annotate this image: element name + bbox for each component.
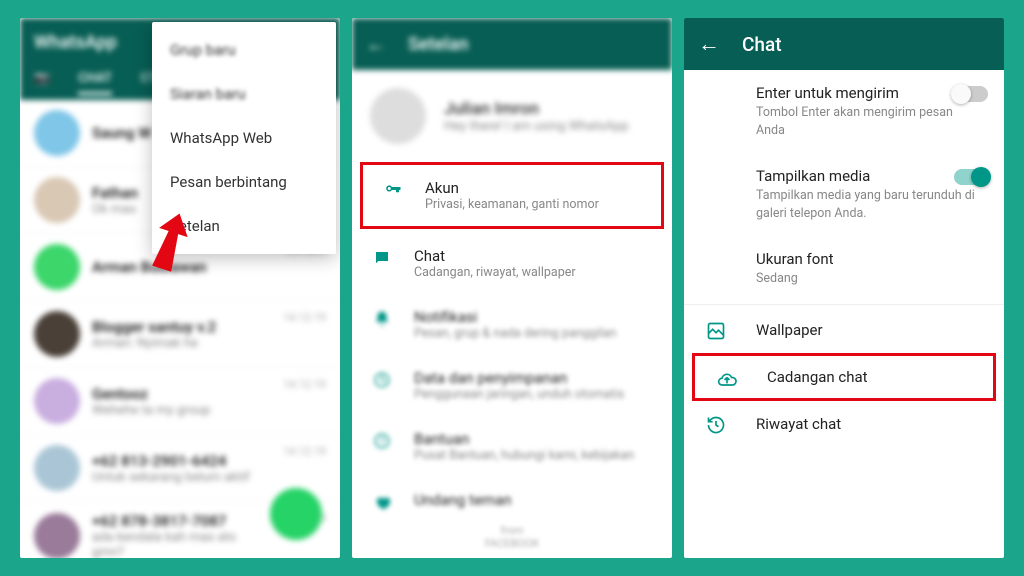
panel-chat-list: WhatsApp 📷 CHAT STATUS Saung W FathanOk … [20, 18, 340, 558]
chat-settings-header: ← Chat [684, 18, 1004, 70]
avatar [370, 88, 426, 144]
profile-name: Julian Imron [444, 99, 629, 119]
setting-wallpaper[interactable]: Wallpaper [684, 307, 1004, 353]
chat-row[interactable]: Blogger santuy v.2Arman: Nyimak he14.12.… [20, 301, 340, 368]
settings-header: ← Setelan [352, 18, 672, 70]
avatar [34, 445, 80, 491]
arrow-icon [130, 208, 190, 278]
back-icon[interactable]: ← [366, 32, 386, 57]
profile-row[interactable]: Julian Imron Hey there! I am using Whats… [352, 70, 672, 162]
setting-chat-history[interactable]: Riwayat chat [684, 401, 1004, 447]
toggle-show-media[interactable] [954, 169, 988, 185]
avatar [34, 311, 80, 357]
avatar [34, 110, 80, 156]
back-icon[interactable]: ← [698, 31, 720, 57]
invite-icon [372, 493, 392, 511]
data-icon [372, 371, 392, 389]
menu-new-broadcast[interactable]: Siaran baru [152, 72, 336, 116]
svg-text:?: ? [380, 437, 385, 448]
chat-settings-title: Chat [742, 33, 782, 56]
profile-status: Hey there! I am using WhatsApp [444, 119, 629, 134]
new-chat-fab[interactable] [270, 488, 322, 540]
tab-camera[interactable]: 📷 [34, 71, 50, 95]
setting-font-size[interactable]: Ukuran font Sedang [684, 236, 1004, 302]
divider [684, 304, 1004, 305]
avatar [34, 177, 80, 223]
settings-footer: from FACEBOOK [352, 524, 672, 550]
help-icon: ? [372, 432, 392, 450]
bell-icon [372, 310, 392, 328]
chat-row[interactable]: GentoozWehehe ta my group14.12.19 [20, 368, 340, 435]
setting-enter-send[interactable]: Enter untuk mengirim Tombol Enter akan m… [684, 70, 1004, 153]
menu-whatsapp-web[interactable]: WhatsApp Web [152, 116, 336, 160]
avatar [34, 244, 80, 290]
avatar [34, 378, 80, 424]
settings-notifications[interactable]: NotifikasiPesan, grup & nada dering pang… [352, 294, 672, 355]
settings-title: Setelan [408, 34, 469, 55]
cloud-up-icon [717, 370, 739, 392]
settings-help[interactable]: ? BantuanPusat Bantuan, hubungi kami, ke… [352, 416, 672, 477]
settings-account[interactable]: AkunPrivasi, keamanan, ganti nomor [363, 165, 661, 226]
settings-invite[interactable]: Undang teman [352, 477, 672, 525]
toggle-enter-send[interactable] [954, 86, 988, 102]
settings-data[interactable]: Data dan penyimpananPenggunaan jaringan,… [352, 355, 672, 416]
tab-chat[interactable]: CHAT [78, 71, 112, 95]
settings-chat[interactable]: ChatCadangan, riwayat, wallpaper [352, 233, 672, 294]
chat-icon [372, 249, 392, 267]
highlight-box: AkunPrivasi, keamanan, ganti nomor [360, 162, 664, 229]
highlight-box: Cadangan chat [692, 353, 996, 401]
setting-chat-backup[interactable]: Cadangan chat [695, 356, 993, 398]
key-icon [383, 181, 403, 199]
panel-settings: ← Setelan Julian Imron Hey there! I am u… [352, 18, 672, 558]
panel-chat-settings: ← Chat Enter untuk mengirim Tombol Enter… [684, 18, 1004, 558]
setting-show-media[interactable]: Tampilkan media Tampilkan media yang bar… [684, 153, 1004, 236]
history-icon [706, 415, 728, 437]
menu-new-group[interactable]: Grup baru [152, 28, 336, 72]
wallpaper-icon [706, 321, 728, 343]
menu-starred[interactable]: Pesan berbintang [152, 160, 336, 204]
avatar [34, 513, 80, 558]
